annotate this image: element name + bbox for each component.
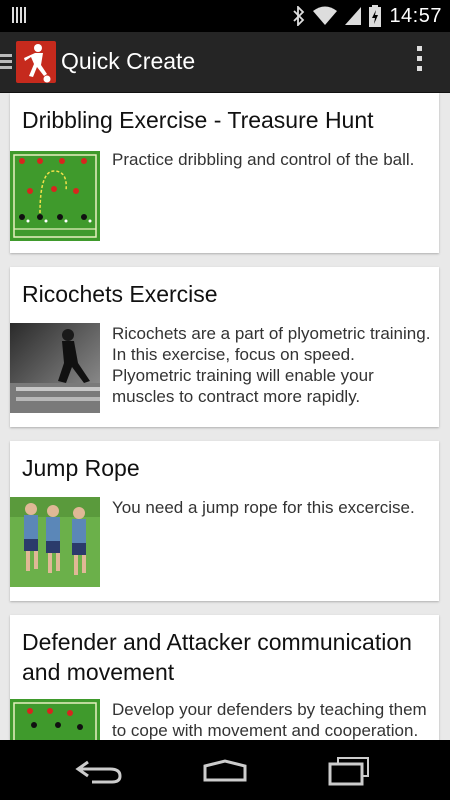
exercise-description: Practice dribbling and control of the ba… xyxy=(112,150,415,169)
action-bar: Quick Create xyxy=(0,32,450,93)
exercise-description: You need a jump rope for this excercise. xyxy=(112,498,415,517)
system-nav-bar xyxy=(0,740,450,800)
exercise-thumbnail xyxy=(10,497,100,587)
app-logo-icon[interactable] xyxy=(16,41,56,83)
clock: 14:57 xyxy=(389,4,442,27)
exercise-title: Jump Rope xyxy=(22,455,140,481)
drawer-icon[interactable] xyxy=(0,54,12,70)
bluetooth-icon xyxy=(293,6,305,26)
wifi-icon xyxy=(313,6,338,25)
home-icon[interactable] xyxy=(195,754,255,786)
exercise-description: Ricochets are a part of plyometric train… xyxy=(112,324,431,406)
exercise-title: Ricochets Exercise xyxy=(22,281,218,307)
exercise-title: Dribbling Exercise - Treasure Hunt xyxy=(22,107,374,133)
exercise-title: Defender and Attacker communication and … xyxy=(22,629,412,685)
exercise-description: Develop your defenders by teaching them … xyxy=(112,700,427,740)
exercise-list[interactable]: Dribbling Exercise - Treasure Hunt Pract… xyxy=(0,93,450,740)
exercise-card[interactable]: Jump Rope You need a jump rope for this … xyxy=(10,441,439,601)
exercise-card[interactable]: Ricochets Exercise Ricochets are a part … xyxy=(10,267,439,427)
exercise-thumbnail xyxy=(10,699,100,740)
overflow-menu-icon[interactable] xyxy=(417,46,423,78)
exercise-thumbnail xyxy=(10,323,100,413)
app-title: Quick Create xyxy=(61,48,196,74)
exercise-card[interactable]: Defender and Attacker communication and … xyxy=(10,615,439,740)
back-icon[interactable] xyxy=(70,754,130,786)
battery-icon xyxy=(369,5,382,27)
signal-icon xyxy=(345,7,362,25)
exercise-thumbnail xyxy=(10,151,100,241)
notification-icon xyxy=(12,7,30,25)
recent-apps-icon[interactable] xyxy=(320,754,380,786)
status-bar: 14:57 xyxy=(0,0,450,32)
exercise-card[interactable]: Dribbling Exercise - Treasure Hunt Pract… xyxy=(10,93,439,253)
